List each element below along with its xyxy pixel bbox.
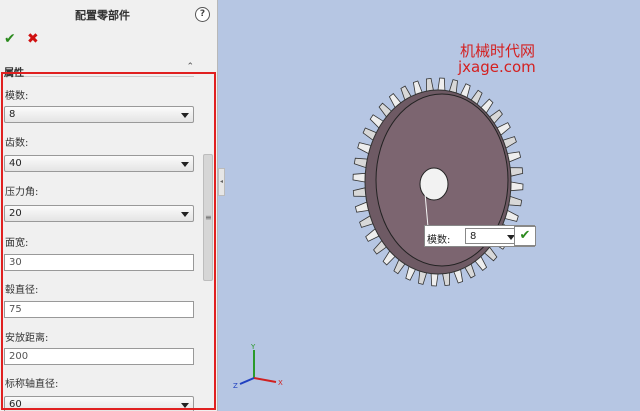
bevel-gear-model[interactable] xyxy=(338,70,538,300)
nominal-shaft-diameter-label: 标称轴直径: xyxy=(5,379,59,390)
hub-diameter-input[interactable]: 75 xyxy=(4,301,194,318)
panel-splitter-handle[interactable]: ◂ xyxy=(218,168,225,196)
help-icon[interactable]: ? xyxy=(195,7,210,22)
callout-module-value: 8 xyxy=(470,231,477,242)
scroll-grip-icon: ≡ xyxy=(205,213,212,222)
axis-triad: Y X Z xyxy=(233,343,283,390)
nominal-shaft-diameter-select[interactable]: 60 xyxy=(4,396,194,411)
graphics-viewport[interactable]: 机械时代网 jxage.com 模数: 8 ✔ Y X Z xyxy=(218,0,640,411)
mounting-distance-input[interactable]: 200 xyxy=(4,348,194,365)
face-width-value: 30 xyxy=(9,257,22,268)
y-axis-label: Y xyxy=(250,343,256,351)
module-label: 模数: xyxy=(5,91,29,102)
gear-tooth xyxy=(352,187,367,197)
gear-tooth xyxy=(430,273,439,287)
z-axis-icon xyxy=(239,377,255,385)
module-value: 8 xyxy=(9,109,16,120)
z-axis-label: Z xyxy=(233,382,238,390)
module-select[interactable]: 8 xyxy=(4,106,194,123)
mounting-distance-label: 安放距离: xyxy=(5,333,49,344)
gear-tooth xyxy=(442,272,451,287)
pressure-angle-select[interactable]: 20 xyxy=(4,205,194,222)
cancel-x-icon[interactable]: ✖ xyxy=(27,31,39,47)
callout-ok-check-icon[interactable]: ✔ xyxy=(514,226,536,246)
gear-tooth xyxy=(508,195,523,207)
collapse-chevron-icon[interactable]: ⌃ xyxy=(186,62,194,72)
properties-section-header[interactable]: 属性 ⌃ xyxy=(4,62,194,79)
gear-tooth xyxy=(437,77,446,91)
chevron-down-icon xyxy=(181,162,189,167)
teeth-select[interactable]: 40 xyxy=(4,155,194,172)
pressure-angle-value: 20 xyxy=(9,208,22,219)
x-axis-label: X xyxy=(278,379,283,387)
section-label: 属性 xyxy=(4,68,24,79)
face-width-input[interactable]: 30 xyxy=(4,254,194,271)
chevron-down-icon xyxy=(181,403,189,408)
hub-diameter-label: 毂直径: xyxy=(5,285,39,296)
teeth-value: 40 xyxy=(9,158,22,169)
face-width-label: 面宽: xyxy=(5,238,29,249)
ok-check-icon[interactable]: ✔ xyxy=(4,31,16,47)
x-axis-icon xyxy=(253,377,277,383)
teeth-label: 齿数: xyxy=(5,138,29,149)
nominal-shaft-diameter-value: 60 xyxy=(9,399,22,410)
gear-tooth xyxy=(509,167,524,177)
gear-tooth xyxy=(353,157,368,169)
mounting-distance-value: 200 xyxy=(9,351,29,362)
property-manager-panel: 配置零部件 ? ✔ ✖ 属性 ⌃ 模数: 8 齿数: 40 压力角: 20 面宽… xyxy=(0,0,218,411)
callout-label: 模数: xyxy=(427,235,451,246)
chevron-down-icon xyxy=(181,113,189,118)
gear-tooth xyxy=(510,181,524,192)
chevron-down-icon xyxy=(181,212,189,217)
pressure-angle-label: 压力角: xyxy=(5,187,39,198)
gear-tooth xyxy=(352,172,366,183)
callout-module-select[interactable]: 8 xyxy=(465,228,520,244)
panel-scrollbar[interactable]: ≡ xyxy=(203,154,213,281)
panel-title: 配置零部件 xyxy=(75,9,130,22)
hub-diameter-value: 75 xyxy=(9,304,22,315)
gear-tooth xyxy=(425,77,434,92)
